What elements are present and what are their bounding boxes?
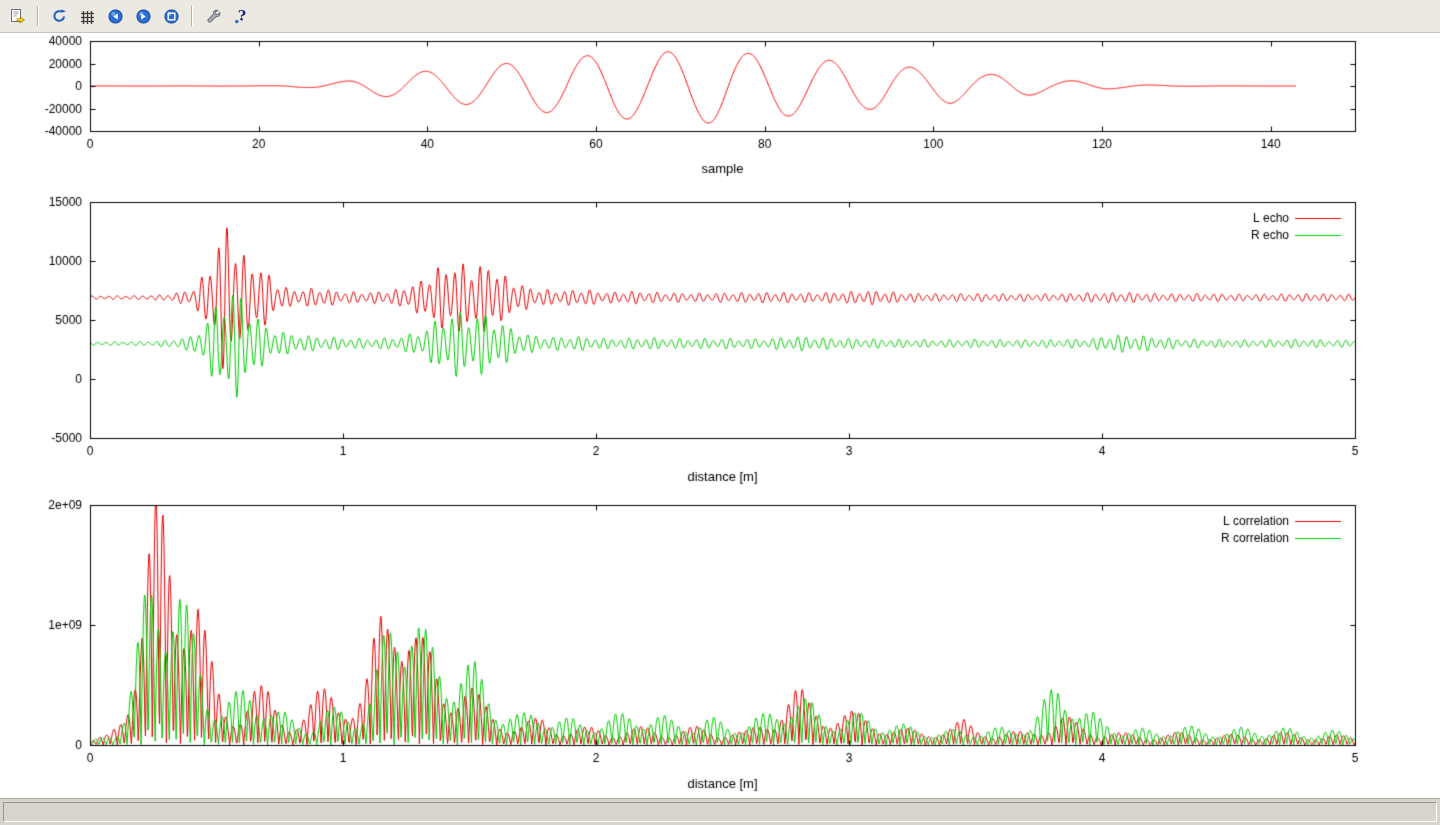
- help-button[interactable]: ?: [228, 3, 254, 29]
- toolbar-separator: [191, 6, 193, 26]
- autoscale-button[interactable]: [158, 3, 184, 29]
- replot-icon: [51, 8, 68, 25]
- chart-canvas-signal[interactable]: [0, 33, 1440, 193]
- config-button[interactable]: [200, 3, 226, 29]
- grid-toggle-button[interactable]: [74, 3, 100, 29]
- copy-clipboard-button[interactable]: [4, 3, 30, 29]
- replot-button[interactable]: [46, 3, 72, 29]
- copy-clipboard-icon: [9, 8, 26, 25]
- zoom-next-icon: [135, 8, 152, 25]
- gnuplot-window: ?: [0, 0, 1440, 825]
- help-icon: ?: [233, 8, 250, 25]
- status-text: [3, 802, 1437, 822]
- status-bar: [0, 798, 1440, 825]
- plot-area: [0, 33, 1440, 798]
- chart-canvas-correlation[interactable]: [0, 498, 1440, 798]
- toolbar-separator: [37, 6, 39, 26]
- zoom-previous-button[interactable]: [102, 3, 128, 29]
- svg-text:?: ?: [237, 8, 245, 24]
- toolbar: ?: [0, 0, 1440, 33]
- zoom-next-button[interactable]: [130, 3, 156, 29]
- autoscale-icon: [163, 8, 180, 25]
- config-icon: [205, 8, 222, 25]
- chart-canvas-echo[interactable]: [0, 193, 1440, 498]
- grid-icon: [79, 8, 96, 25]
- zoom-previous-icon: [107, 8, 124, 25]
